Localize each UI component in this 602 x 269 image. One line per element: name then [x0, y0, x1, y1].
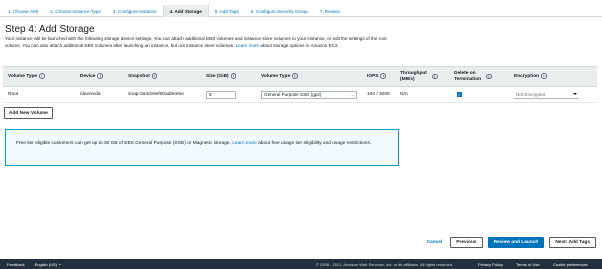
info-icon[interactable]: i	[292, 72, 298, 79]
info-icon[interactable]: i	[541, 72, 547, 79]
terms-of-use-link[interactable]: Terms of Use	[516, 262, 540, 267]
cell-delete-on-termination: ✓	[449, 86, 509, 103]
info-icon[interactable]: i	[97, 72, 104, 79]
add-new-volume-button[interactable]: Add New Volume	[4, 107, 53, 119]
storage-table: Volume Type i Device i Snapshot i Size (GiB…	[3, 66, 597, 103]
step-choose-ami[interactable]: 1. Choose AMI	[0, 5, 44, 17]
header-iops: IOPS i	[362, 66, 395, 87]
cell-size	[201, 86, 256, 103]
info-icon[interactable]: i	[380, 72, 387, 79]
next-add-tags-button[interactable]: Next: Add Tags	[549, 237, 596, 248]
cell-device: /dev/xvda	[75, 86, 123, 103]
encryption-select[interactable]: Not Encrypted	[514, 91, 579, 99]
header-volume-type-select: Volume Type i	[256, 66, 362, 87]
header-label: Volume Type	[261, 74, 291, 80]
info-box-text: Free tier eligible customers can get up …	[16, 141, 231, 146]
table-header-row: Volume Type i Device i Snapshot i Size (GiB…	[3, 66, 597, 87]
intro-learn-more-link[interactable]: Learn more	[236, 43, 260, 48]
step-add-tags[interactable]: 5. Add Tags	[209, 5, 245, 17]
header-encryption: Encryption i	[509, 66, 597, 87]
header-label: Snapshot	[128, 74, 150, 80]
header-label: Encryption	[514, 74, 540, 80]
privacy-policy-link[interactable]: Privacy Policy	[478, 262, 503, 267]
intro-after: about storage options in Amazon EC2.	[260, 43, 339, 49]
size-input[interactable]	[206, 90, 236, 99]
cell-volume-type-select: General Purpose SSD (gp2) ⌵	[256, 86, 362, 103]
info-box-learn-more-link[interactable]: Learn more	[232, 141, 257, 146]
info-icon[interactable]: i	[432, 73, 438, 80]
review-and-launch-button[interactable]: Review and Launch	[487, 237, 545, 248]
free-tier-info-box: Free tier eligible customers can get up …	[5, 129, 399, 166]
delete-on-termination-checkbox[interactable]: ✓	[457, 91, 462, 97]
header-label: Delete on Termination	[454, 70, 482, 82]
info-icon[interactable]: i	[151, 72, 158, 79]
header-label: Size (GiB)	[206, 74, 229, 80]
wizard-steps: 1. Choose AMI 2. Choose Instance Type 3.…	[0, 5, 602, 17]
cell-iops: 100 / 3000	[362, 86, 395, 103]
copyright-text: © 2008 - 2021, Amazon Web Services, Inc.…	[316, 261, 454, 267]
header-snapshot: Snapshot i	[123, 66, 201, 87]
info-icon[interactable]: i	[230, 72, 237, 79]
caret-down-icon	[59, 263, 62, 265]
step-add-storage[interactable]: 4. Add Storage	[162, 5, 209, 17]
header-label: IOPS	[367, 74, 379, 80]
encryption-value: Not Encrypted	[516, 91, 546, 97]
header-size: Size (GiB) i	[201, 66, 256, 87]
step-review[interactable]: 7. Review	[314, 5, 346, 17]
wizard-actions: Cancel Previous Review and Launch Next: …	[424, 237, 596, 248]
intro-text: Your instance will be launched with the …	[5, 35, 397, 50]
volume-type-value: General Purpose SSD (gp2)	[264, 92, 322, 97]
cell-volume-type: Root	[3, 86, 75, 103]
table-row: Root /dev/xvda snap-0a4cb9ef00ad8ee5e Ge…	[3, 86, 597, 103]
cell-throughput: N/A	[395, 86, 449, 103]
checkmark-icon: ✓	[457, 91, 462, 97]
cell-snapshot: snap-0a4cb9ef00ad8ee5e	[123, 86, 201, 103]
language-selector[interactable]: English (US)	[34, 261, 62, 267]
language-label: English (US)	[34, 261, 58, 267]
cell-encryption: Not Encrypted	[509, 86, 597, 103]
header-label: Device	[80, 74, 96, 80]
step-choose-instance-type[interactable]: 2. Choose Instance Type	[44, 5, 107, 17]
header-device: Device i	[75, 66, 123, 87]
cookie-preferences-link[interactable]: Cookie preferences	[553, 262, 588, 267]
volume-type-select[interactable]: General Purpose SSD (gp2) ⌵	[261, 90, 357, 99]
header-label: Throughput (MB/s)	[400, 70, 427, 82]
step-configure-security-group[interactable]: 6. Configure Security Group	[245, 5, 314, 17]
info-icon[interactable]: i	[39, 72, 45, 79]
info-icon[interactable]: i	[486, 73, 492, 80]
header-label: Volume Type	[8, 74, 38, 80]
console-footer: Feedback English (US) © 2008 - 2021, Ama…	[0, 259, 602, 269]
previous-button[interactable]: Previous	[450, 237, 483, 248]
caret-down-icon	[573, 93, 577, 95]
cancel-button[interactable]: Cancel	[424, 240, 446, 245]
step-configure-instance[interactable]: 3. Configure Instance	[107, 5, 163, 17]
header-throughput: Throughput (MB/s) i	[395, 66, 449, 87]
chevron-down-icon: ⌵	[350, 92, 354, 97]
info-box-text-after: about free usage tier eligibility and us…	[258, 141, 372, 146]
header-volume-type: Volume Type i	[3, 66, 75, 87]
header-delete-on-termination: Delete on Termination i	[449, 66, 509, 87]
feedback-link[interactable]: Feedback	[7, 262, 25, 267]
page-title: Step 4: Add Storage	[5, 24, 95, 35]
